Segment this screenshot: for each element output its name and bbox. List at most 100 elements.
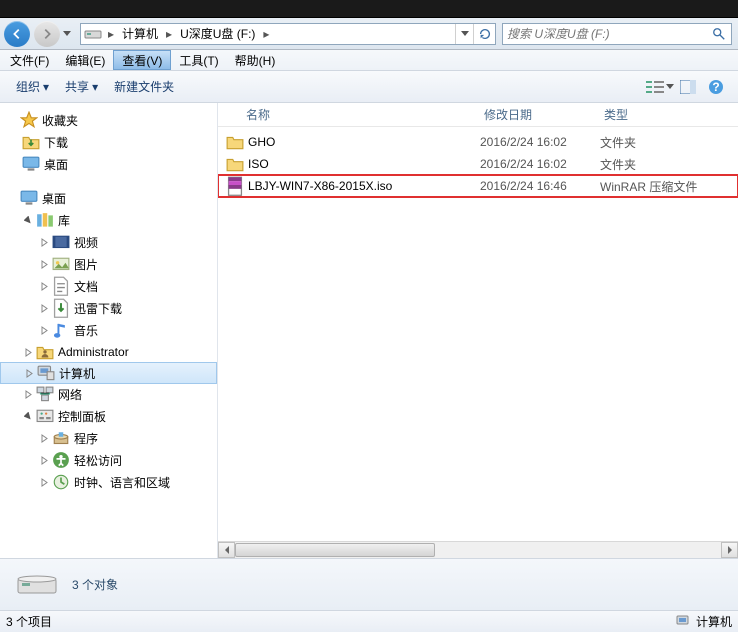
clock-icon (52, 474, 70, 490)
scroll-thumb[interactable] (235, 543, 435, 557)
tree-xunlei[interactable]: 迅雷下载 (0, 297, 217, 319)
breadcrumb-chevron[interactable]: ▸ (260, 27, 272, 41)
tree-favorites[interactable]: 收藏夹 (0, 109, 217, 131)
file-name: GHO (248, 135, 480, 149)
expand-toggle[interactable] (38, 432, 50, 444)
expand-toggle[interactable] (38, 324, 50, 336)
expand-toggle[interactable] (6, 192, 18, 204)
new-folder-button[interactable]: 新建文件夹 (106, 75, 182, 99)
expand-toggle[interactable] (22, 388, 34, 400)
column-headers: 名称 修改日期 类型 (218, 103, 738, 127)
file-type: 文件夹 (600, 134, 720, 151)
menu-file[interactable]: 文件(F) (2, 50, 57, 70)
menu-tools[interactable]: 工具(T) (171, 50, 226, 70)
scroll-left-button[interactable] (218, 542, 235, 558)
details-pane: 3 个对象 (0, 558, 738, 610)
search-button[interactable] (707, 24, 731, 44)
breadcrumb-root-chevron[interactable]: ▸ (105, 27, 117, 41)
tree-label: 网络 (58, 386, 217, 403)
expand-toggle[interactable] (38, 476, 50, 488)
breadcrumb-item[interactable]: U深度U盘 (F:) (175, 24, 260, 44)
main-area: 收藏夹 下载 桌面 桌面 (0, 103, 738, 558)
tree-programs[interactable]: 程序 (0, 427, 217, 449)
address-dropdown[interactable] (455, 24, 473, 44)
xunlei-icon (52, 300, 70, 316)
document-icon (52, 278, 70, 294)
help-button[interactable]: ? (702, 75, 730, 99)
svg-text:?: ? (712, 80, 719, 94)
column-date[interactable]: 修改日期 (476, 103, 596, 126)
tree-label: 视频 (74, 234, 217, 251)
network-icon (36, 386, 54, 402)
tree-downloads[interactable]: 下载 (0, 131, 217, 153)
expand-toggle[interactable] (38, 454, 50, 466)
tree-desktop-fav[interactable]: 桌面 (0, 153, 217, 175)
desktop-icon (22, 156, 40, 172)
back-button[interactable] (4, 21, 30, 47)
view-mode-button[interactable] (646, 75, 674, 99)
tree-administrator[interactable]: Administrator (0, 341, 217, 363)
file-list[interactable]: GHO 2016/2/24 16:02 文件夹 ISO 2016/2/24 16… (218, 127, 738, 541)
forward-button[interactable] (34, 21, 60, 47)
tree-clock-region[interactable]: 时钟、语言和区域 (0, 471, 217, 493)
file-date: 2016/2/24 16:46 (480, 179, 600, 193)
tree-label: 控制面板 (58, 408, 217, 425)
tree-label: 时钟、语言和区域 (74, 474, 217, 491)
refresh-button[interactable] (473, 24, 495, 44)
expand-toggle[interactable] (38, 258, 50, 270)
tree-label: 桌面 (44, 156, 217, 173)
file-row[interactable]: LBJY-WIN7-X86-2015X.iso 2016/2/24 16:46 … (218, 175, 738, 197)
file-name: ISO (248, 157, 480, 171)
menu-help[interactable]: 帮助(H) (227, 50, 284, 70)
menu-edit[interactable]: 编辑(E) (57, 50, 113, 70)
scroll-track[interactable] (235, 542, 721, 558)
tree-computer[interactable]: 计算机 (0, 362, 217, 384)
ease-access-icon (52, 452, 70, 468)
file-type: 文件夹 (600, 156, 720, 173)
expand-toggle[interactable] (6, 114, 18, 126)
organize-button[interactable]: 组织 ▾ (8, 75, 57, 99)
scroll-right-button[interactable] (721, 542, 738, 558)
navigation-tree[interactable]: 收藏夹 下载 桌面 桌面 (0, 103, 218, 558)
tree-music[interactable]: 音乐 (0, 319, 217, 341)
folder-icon (226, 134, 244, 150)
expand-toggle[interactable] (38, 280, 50, 292)
tree-desktop[interactable]: 桌面 (0, 187, 217, 209)
tree-label: 文档 (74, 278, 217, 295)
tree-label: 图片 (74, 256, 217, 273)
tree-pictures[interactable]: 图片 (0, 253, 217, 275)
file-row[interactable]: GHO 2016/2/24 16:02 文件夹 (218, 131, 738, 153)
download-folder-icon (22, 134, 40, 150)
share-label: 共享 (65, 78, 89, 95)
library-icon (36, 212, 54, 228)
expand-toggle[interactable] (22, 214, 34, 226)
organize-label: 组织 (16, 78, 40, 95)
expand-toggle[interactable] (38, 302, 50, 314)
search-input[interactable] (503, 27, 707, 41)
tree-libraries[interactable]: 库 (0, 209, 217, 231)
expand-toggle[interactable] (22, 346, 34, 358)
column-name[interactable]: 名称 (218, 103, 476, 126)
menu-view[interactable]: 查看(V) (113, 50, 171, 70)
tree-label: 收藏夹 (42, 112, 217, 129)
expand-toggle[interactable] (38, 236, 50, 248)
tree-videos[interactable]: 视频 (0, 231, 217, 253)
tree-documents[interactable]: 文档 (0, 275, 217, 297)
breadcrumb-item[interactable]: 计算机 (117, 24, 163, 44)
history-dropdown[interactable] (60, 21, 74, 47)
tree-network[interactable]: 网络 (0, 383, 217, 405)
expand-toggle[interactable] (23, 367, 35, 379)
tree-ease-access[interactable]: 轻松访问 (0, 449, 217, 471)
file-row[interactable]: ISO 2016/2/24 16:02 文件夹 (218, 153, 738, 175)
drive-large-icon (16, 569, 58, 601)
tree-label: 下载 (44, 134, 217, 151)
preview-pane-button[interactable] (674, 75, 702, 99)
column-type[interactable]: 类型 (596, 103, 716, 126)
control-panel-icon (36, 408, 54, 424)
expand-toggle[interactable] (22, 410, 34, 422)
breadcrumb-chevron[interactable]: ▸ (163, 27, 175, 41)
desktop-icon (20, 190, 38, 206)
user-folder-icon (36, 344, 54, 360)
share-button[interactable]: 共享 ▾ (57, 75, 106, 99)
tree-control-panel[interactable]: 控制面板 (0, 405, 217, 427)
